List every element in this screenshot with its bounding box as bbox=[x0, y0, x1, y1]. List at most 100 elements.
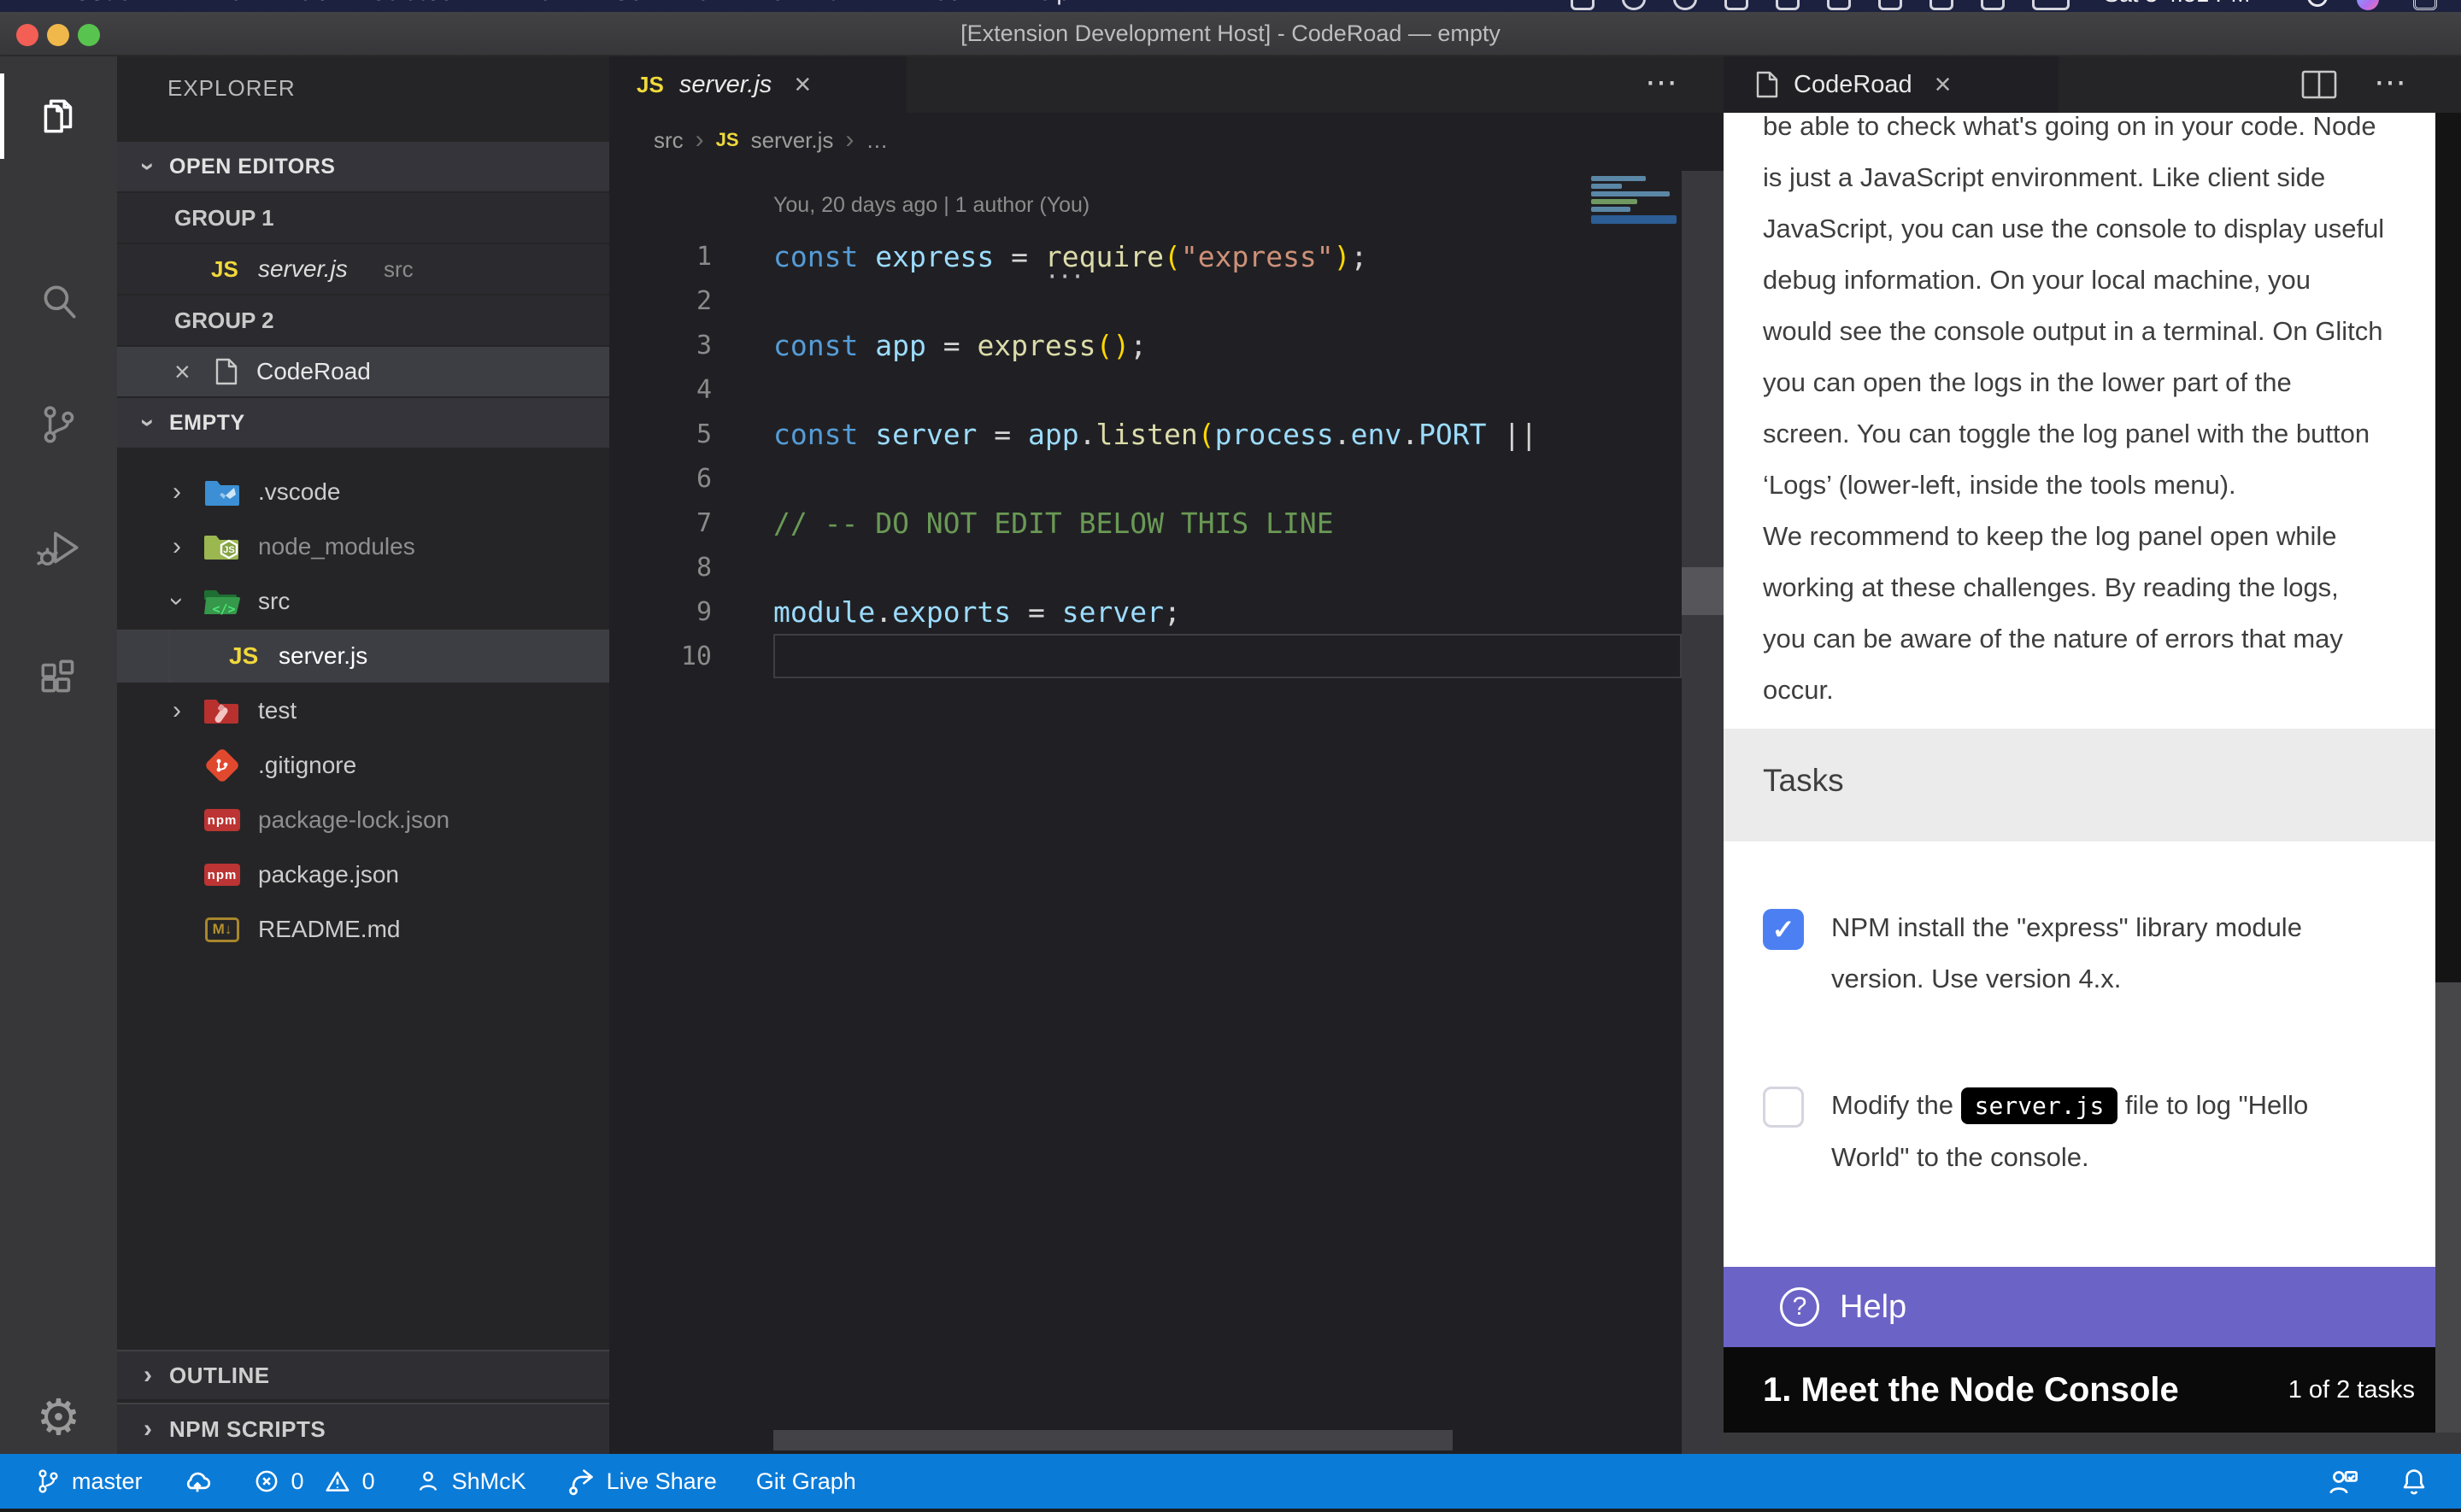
git-graph-button[interactable]: Git Graph bbox=[756, 1468, 856, 1495]
feedback-person-icon bbox=[2326, 1464, 2360, 1498]
control-center-icon[interactable] bbox=[2413, 0, 2437, 10]
user-account-status[interactable]: ShMcK bbox=[414, 1466, 526, 1497]
breadcrumb: src › JS server.js › … bbox=[654, 113, 888, 167]
menubar-clock[interactable]: Sat 3 4:51 PM bbox=[2104, 0, 2250, 8]
menu-view[interactable]: View bbox=[519, 0, 568, 6]
notifications-button[interactable] bbox=[2398, 1465, 2430, 1497]
feedback-button[interactable] bbox=[2326, 1464, 2360, 1498]
menu-code[interactable]: Code bbox=[73, 0, 132, 6]
tree-item-vscode[interactable]: › .vscode bbox=[117, 466, 609, 519]
status-bar: master 0 0 ShMcK bbox=[0, 1454, 2461, 1509]
help-bar[interactable]: ? Help bbox=[1724, 1267, 2435, 1347]
webview-bottom-strip bbox=[1724, 1433, 2461, 1454]
task-checkbox-unchecked[interactable] bbox=[1763, 1087, 1804, 1128]
branch-icon bbox=[34, 1466, 62, 1497]
webview-scrollbar-track[interactable] bbox=[2435, 113, 2461, 982]
editor-horizontal-scrollbar[interactable] bbox=[773, 1430, 1453, 1450]
coderoad-content: be able to check what's going on in your… bbox=[1724, 113, 2435, 1433]
gitlens-annotation[interactable]: You, 20 days ago | 1 author (You) bbox=[773, 193, 1090, 218]
editor-group: JS server.js × ⋯ src › JS server.js › … … bbox=[609, 56, 1724, 1454]
tree-item-test[interactable]: › test bbox=[117, 684, 609, 737]
minimap[interactable] bbox=[1591, 176, 1677, 287]
npm-scripts-section-header[interactable]: › NPM SCRIPTS bbox=[117, 1403, 609, 1454]
activity-extensions-button[interactable] bbox=[0, 626, 117, 729]
src-folder-open-icon: </> bbox=[202, 584, 243, 618]
menu-run[interactable]: Run bbox=[681, 0, 724, 6]
menubar-status-icon[interactable] bbox=[1571, 0, 1595, 10]
lesson-footer[interactable]: 1. Meet the Node Console 1 of 2 tasks bbox=[1724, 1347, 2435, 1433]
close-icon[interactable]: × bbox=[174, 358, 191, 385]
open-editor-coderoad[interactable]: × CodeRoad bbox=[117, 347, 609, 396]
help-question-icon: ? bbox=[1780, 1287, 1819, 1327]
run-debug-icon bbox=[36, 525, 82, 571]
siri-icon[interactable] bbox=[2357, 0, 2379, 10]
live-share-button[interactable]: Live Share bbox=[566, 1466, 717, 1497]
problems-status[interactable]: 0 0 bbox=[252, 1467, 375, 1496]
macos-menu-bar: Code File Edit Selection View Go Run Ter… bbox=[0, 0, 2461, 12]
tree-item-node-modules[interactable]: › JS node_modules bbox=[117, 520, 609, 573]
menubar-status-icon[interactable] bbox=[1827, 0, 1851, 10]
menu-selection[interactable]: Selection bbox=[371, 0, 466, 6]
cloud-upload-icon bbox=[182, 1466, 213, 1497]
code-editor[interactable]: 1const express = require("express");23co… bbox=[609, 234, 1682, 678]
activity-run-debug-button[interactable] bbox=[0, 496, 117, 599]
close-window-button[interactable] bbox=[16, 24, 38, 46]
task-progress: 1 of 2 tasks bbox=[2288, 1376, 2415, 1404]
tree-item-server-js[interactable]: JS server.js bbox=[117, 630, 609, 683]
menu-help[interactable]: Help bbox=[1022, 0, 1070, 6]
chevron-right-icon: › bbox=[696, 126, 704, 155]
close-tab-icon[interactable]: × bbox=[794, 70, 811, 99]
activity-explorer-button[interactable] bbox=[0, 65, 117, 167]
menu-file[interactable]: File bbox=[205, 0, 243, 6]
menubar-status-icon[interactable] bbox=[1724, 0, 1748, 10]
activity-source-control-button[interactable] bbox=[0, 373, 117, 476]
breadcrumb-file[interactable]: server.js bbox=[751, 127, 834, 154]
menu-go[interactable]: Go bbox=[612, 0, 643, 6]
breadcrumb-more[interactable]: … bbox=[866, 127, 888, 154]
gear-icon: ⚙ bbox=[37, 1393, 81, 1443]
menu-terminal[interactable]: Terminal bbox=[760, 0, 847, 6]
error-icon bbox=[252, 1467, 281, 1496]
tab-server-js[interactable]: JS server.js × bbox=[609, 56, 907, 113]
git-branch-status[interactable]: master bbox=[34, 1466, 143, 1497]
npm-icon: npm bbox=[202, 858, 243, 892]
menu-window[interactable]: Window bbox=[896, 0, 978, 6]
open-editor-name: server.js bbox=[258, 255, 348, 283]
webview-tab-bar: CodeRoad × ⋯ bbox=[1724, 56, 2461, 113]
activity-bar: ⚙ bbox=[0, 56, 117, 1454]
chevron-right-icon: › bbox=[845, 126, 854, 155]
menubar-status-icon[interactable] bbox=[1929, 0, 1953, 10]
spotlight-search-icon[interactable] bbox=[2307, 0, 2328, 7]
editor-more-actions-button[interactable]: ⋯ bbox=[1645, 63, 1679, 102]
menu-edit[interactable]: Edit bbox=[285, 0, 325, 6]
menubar-status-icon[interactable] bbox=[1673, 0, 1697, 10]
webview-scrollbar-thumb[interactable] bbox=[2435, 982, 2461, 1433]
activity-search-button[interactable] bbox=[0, 251, 117, 354]
scrollbar-thumb[interactable] bbox=[1682, 567, 1724, 615]
webview-more-actions-button[interactable]: ⋯ bbox=[2374, 63, 2408, 102]
open-editors-header[interactable]: › OPEN EDITORS bbox=[117, 142, 609, 191]
window-title: [Extension Development Host] - CodeRoad … bbox=[0, 12, 2461, 55]
editor-vertical-scrollbar[interactable] bbox=[1682, 171, 1724, 1454]
tree-item-package-json[interactable]: npm package.json bbox=[117, 848, 609, 901]
breadcrumb-src[interactable]: src bbox=[654, 127, 684, 154]
menubar-status-icon[interactable] bbox=[1981, 0, 2005, 10]
minimize-window-button[interactable] bbox=[47, 24, 69, 46]
menubar-status-icon[interactable] bbox=[1622, 0, 1646, 10]
split-editor-icon[interactable] bbox=[2299, 68, 2340, 101]
open-editor-server-js[interactable]: JS server.js src bbox=[117, 244, 609, 294]
outline-section-header[interactable]: › OUTLINE bbox=[117, 1350, 609, 1399]
tree-item-readme[interactable]: M↓ README.md bbox=[117, 903, 609, 956]
tab-coderoad[interactable]: CodeRoad × bbox=[1724, 56, 2059, 113]
close-tab-icon[interactable]: × bbox=[1935, 70, 1952, 99]
tree-item-src[interactable]: › </> src bbox=[117, 575, 609, 628]
tree-item-package-lock[interactable]: npm package-lock.json bbox=[117, 794, 609, 847]
menubar-status-icon[interactable] bbox=[1776, 0, 1800, 10]
task-checkbox-checked[interactable]: ✓ bbox=[1763, 909, 1804, 950]
zoom-window-button[interactable] bbox=[78, 24, 100, 46]
tree-item-gitignore[interactable]: .gitignore bbox=[117, 739, 609, 792]
menubar-status-icon[interactable] bbox=[1878, 0, 1902, 10]
sync-changes-button[interactable] bbox=[182, 1466, 213, 1497]
editor-group-2-label: GROUP 2 bbox=[117, 296, 609, 345]
folder-section-header-empty[interactable]: › EMPTY bbox=[117, 398, 609, 448]
